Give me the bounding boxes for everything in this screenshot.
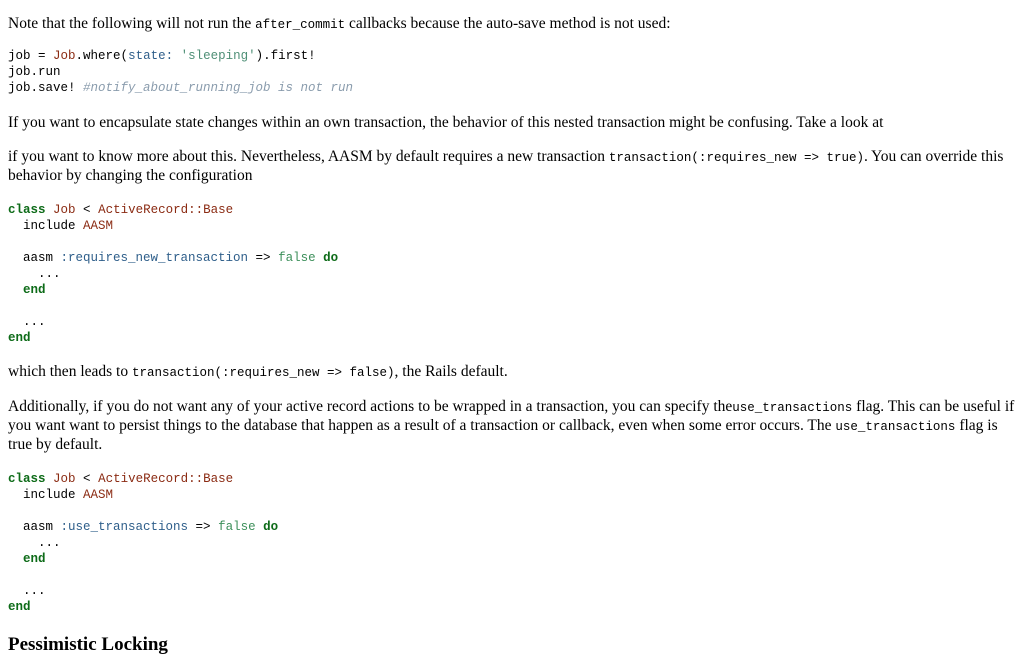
heading-pessimistic-locking: Pessimistic Locking: [8, 634, 168, 655]
inline-code-requires-new-false: transaction(:requires_new => false): [131, 366, 395, 380]
inline-code-after-commit: after_commit: [255, 18, 346, 32]
code-block-requires-new-transaction: class Job < ActiveRecord::Base include A…: [8, 203, 339, 345]
paragraph-rails-default: which then leads to transaction(:require…: [8, 363, 508, 380]
code-block-use-transactions: class Job < ActiveRecord::Base include A…: [8, 472, 279, 614]
code-block-job-save: job = Job.where(state: 'sleeping').first…: [8, 49, 354, 95]
inline-code-use-transactions-2: use_transactions: [835, 420, 956, 434]
inline-code-use-transactions: use_transactions: [732, 401, 853, 415]
paragraph-requires-new: if you want to know more about this. Nev…: [8, 148, 1004, 184]
document-body: Note that the following will not run the…: [8, 15, 1018, 656]
paragraph-use-transactions: Additionally, if you do not want any of …: [8, 398, 1015, 453]
code-comment: #notify_about_running_job is not run: [83, 81, 354, 95]
paragraph-encapsulate: If you want to encapsulate state changes…: [8, 114, 884, 131]
paragraph-after-commit: Note that the following will not run the…: [8, 15, 671, 32]
inline-code-requires-new-true: transaction(:requires_new => true): [608, 151, 864, 165]
